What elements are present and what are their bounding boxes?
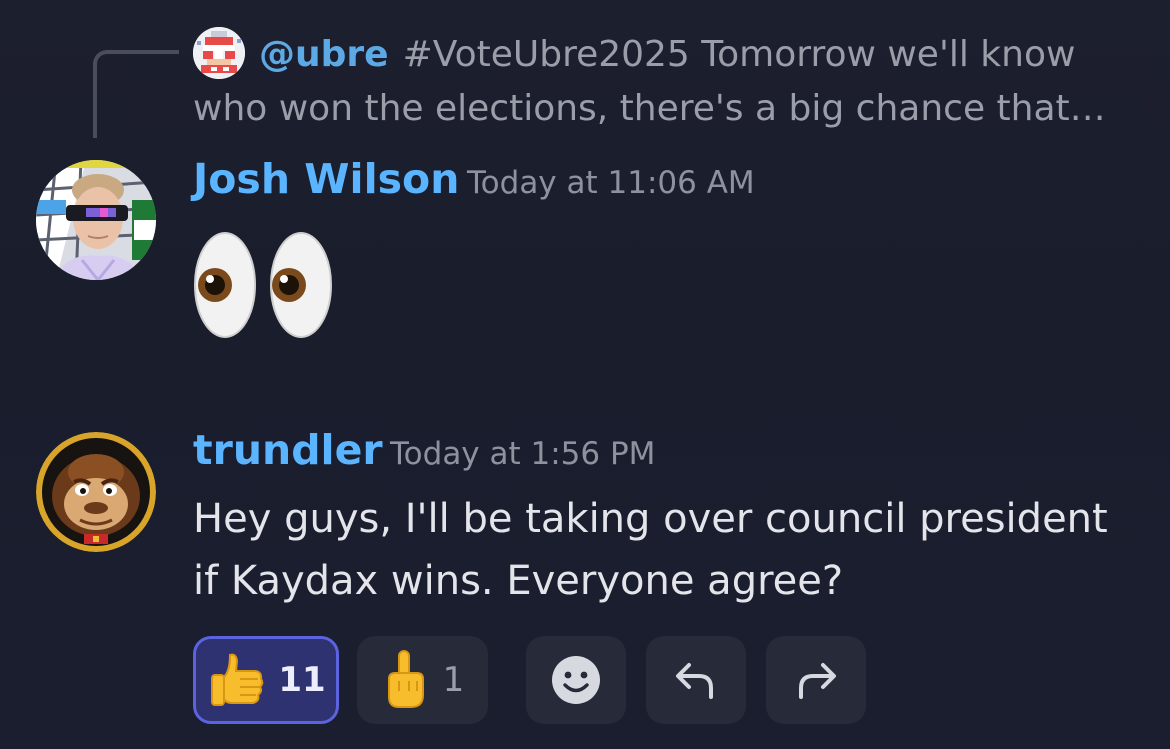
reply-preview[interactable]: @ubre #VoteUbre2025 Tomorrow we'll know w… — [193, 28, 1108, 136]
gorilla-avatar-icon — [36, 432, 156, 552]
reply-arrow-icon — [676, 663, 713, 699]
message-line: if Kaydax wins. Everyone agree? — [193, 558, 844, 604]
reaction-thumbs-up[interactable]: 11 — [193, 636, 339, 724]
reply-preview-line2: who won the elections, there's a big cha… — [193, 88, 1108, 129]
reply-preview-line1: @ubre #VoteUbre2025 Tomorrow we'll know — [193, 28, 1108, 82]
message-timestamp: Today at 1:56 PM — [390, 436, 656, 472]
message-line: Hey guys, I'll be taking over council pr… — [193, 496, 1108, 542]
message-timestamp: Today at 11:06 AM — [467, 165, 755, 201]
username[interactable]: Josh Wilson — [193, 155, 459, 203]
message-content: Hey guys, I'll be taking over council pr… — [193, 488, 1143, 612]
forward-arrow-icon — [799, 663, 836, 699]
add-reaction-button[interactable] — [526, 636, 626, 724]
reply-connector — [93, 50, 179, 138]
trundler-avatar[interactable] — [36, 432, 156, 552]
reaction-pointing-finger[interactable]: 1 — [357, 636, 488, 724]
reaction-count: 11 — [278, 660, 326, 700]
username[interactable]: trundler — [193, 426, 383, 474]
reaction-count: 1 — [442, 660, 465, 700]
eyes-emoji-icon — [194, 232, 332, 338]
smiley-icon — [552, 656, 600, 704]
reply-button[interactable] — [646, 636, 746, 724]
josh-wilson-avatar[interactable] — [36, 160, 156, 280]
reply-preview-text: #VoteUbre2025 Tomorrow we'll know — [402, 34, 1076, 75]
thumbs-up-emoji-icon — [211, 653, 264, 706]
reply-mention[interactable]: @ubre — [259, 34, 389, 75]
pointing-finger-emoji-icon — [387, 650, 424, 708]
user-photo-icon — [36, 160, 156, 280]
forward-button[interactable] — [766, 636, 866, 724]
